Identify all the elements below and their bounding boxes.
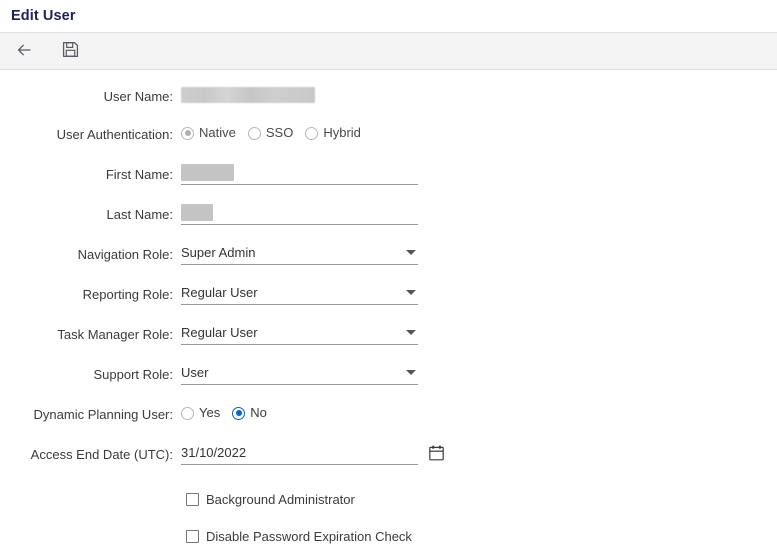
form-row-user-authentication: User Authentication: Native SSO Hybrid bbox=[0, 121, 777, 161]
radio-yes-indicator bbox=[181, 406, 194, 420]
first-name-input[interactable] bbox=[181, 161, 418, 185]
save-floppy-icon bbox=[62, 41, 79, 61]
radio-option-yes[interactable]: Yes bbox=[181, 405, 220, 421]
reporting-role-select[interactable]: Regular User bbox=[181, 281, 418, 305]
form-row-support-role: Support Role: User bbox=[0, 361, 777, 401]
form-row-dynamic-planning-user: Dynamic Planning User: Yes No bbox=[0, 401, 777, 441]
radio-no-indicator bbox=[232, 406, 246, 420]
form-row-disable-password-expiration-check: Disable Password Expiration Check bbox=[0, 518, 777, 555]
reporting-role-value: Regular User bbox=[181, 285, 258, 300]
navigation-role-value: Super Admin bbox=[181, 245, 256, 260]
radio-no-label: No bbox=[250, 405, 267, 420]
page-title: Edit User bbox=[11, 8, 76, 24]
user-name-label: User Name: bbox=[103, 89, 173, 104]
navigation-role-field[interactable]: Super Admin bbox=[181, 241, 418, 265]
edit-user-form: User Name: User Authentication: Native S… bbox=[0, 70, 777, 555]
checkbox-disable-password-expiration-check[interactable] bbox=[186, 530, 199, 543]
user-name-field[interactable] bbox=[181, 83, 418, 106]
last-name-input[interactable] bbox=[181, 201, 418, 225]
user-name-redaction bbox=[181, 87, 315, 103]
user-authentication-radio-group: Native SSO Hybrid bbox=[181, 121, 441, 141]
last-name-field[interactable] bbox=[181, 201, 418, 225]
radio-sso-indicator bbox=[247, 126, 261, 140]
first-name-label: First Name: bbox=[105, 167, 173, 182]
user-authentication-field: Native SSO Hybrid bbox=[181, 121, 441, 141]
access-end-date-label: Access End Date (UTC): bbox=[30, 447, 173, 462]
last-name-redaction bbox=[181, 204, 213, 221]
reporting-role-field[interactable]: Regular User bbox=[181, 281, 418, 305]
calendar-icon[interactable] bbox=[429, 445, 444, 461]
chevron-down-icon bbox=[406, 289, 416, 295]
form-row-first-name: First Name: bbox=[0, 161, 777, 201]
access-end-date-control: 31/10/2022 bbox=[181, 441, 444, 465]
toolbar bbox=[0, 32, 777, 70]
window-title-bar: Edit User bbox=[0, 0, 777, 32]
form-row-access-end-date: Access End Date (UTC): 31/10/2022 bbox=[0, 441, 777, 481]
task-manager-role-select[interactable]: Regular User bbox=[181, 321, 418, 345]
task-manager-role-label: Task Manager Role: bbox=[57, 327, 173, 342]
task-manager-role-value: Regular User bbox=[181, 325, 258, 340]
form-row-reporting-role: Reporting Role: Regular User bbox=[0, 281, 777, 321]
form-row-task-manager-role: Task Manager Role: Regular User bbox=[0, 321, 777, 361]
last-name-label: Last Name: bbox=[106, 207, 173, 222]
checkbox-background-administrator-label: Background Administrator bbox=[206, 492, 355, 507]
support-role-label: Support Role: bbox=[93, 367, 174, 382]
form-row-user-name: User Name: bbox=[0, 83, 777, 121]
back-button[interactable] bbox=[6, 33, 42, 69]
dynamic-planning-user-radio-group: Yes No bbox=[181, 401, 441, 421]
radio-option-hybrid[interactable]: Hybrid bbox=[305, 125, 361, 141]
reporting-role-label: Reporting Role: bbox=[82, 287, 173, 302]
user-authentication-label: User Authentication: bbox=[56, 127, 173, 142]
form-row-background-administrator: Background Administrator bbox=[0, 481, 777, 518]
access-end-date-input[interactable]: 31/10/2022 bbox=[181, 441, 418, 465]
chevron-down-icon bbox=[406, 249, 416, 255]
support-role-select[interactable]: User bbox=[181, 361, 418, 385]
form-row-navigation-role: Navigation Role: Super Admin bbox=[0, 241, 777, 281]
support-role-field[interactable]: User bbox=[181, 361, 418, 385]
radio-hybrid-indicator bbox=[305, 126, 319, 140]
checkbox-disable-password-expiration-check-label: Disable Password Expiration Check bbox=[206, 529, 412, 544]
navigation-role-label: Navigation Role: bbox=[77, 247, 173, 262]
radio-hybrid-label: Hybrid bbox=[323, 125, 361, 140]
access-end-date-value: 31/10/2022 bbox=[181, 445, 247, 460]
first-name-redaction bbox=[181, 164, 234, 181]
radio-option-no[interactable]: No bbox=[232, 405, 267, 421]
form-row-last-name: Last Name: bbox=[0, 201, 777, 241]
checkbox-background-administrator[interactable] bbox=[186, 493, 199, 506]
navigation-role-select[interactable]: Super Admin bbox=[181, 241, 418, 265]
access-end-date-field: 31/10/2022 bbox=[181, 441, 444, 465]
chevron-down-icon bbox=[406, 369, 416, 375]
dynamic-planning-user-label: Dynamic Planning User: bbox=[33, 407, 173, 422]
radio-option-native[interactable]: Native bbox=[181, 125, 236, 141]
support-role-value: User bbox=[181, 365, 209, 380]
back-arrow-icon bbox=[15, 41, 33, 62]
radio-native-label: Native bbox=[199, 125, 236, 140]
radio-native-indicator bbox=[181, 126, 194, 140]
dynamic-planning-user-field: Yes No bbox=[181, 401, 441, 421]
save-button[interactable] bbox=[52, 33, 88, 69]
first-name-field[interactable] bbox=[181, 161, 418, 185]
radio-option-sso[interactable]: SSO bbox=[247, 125, 294, 141]
radio-yes-label: Yes bbox=[199, 405, 221, 420]
task-manager-role-field[interactable]: Regular User bbox=[181, 321, 418, 345]
chevron-down-icon bbox=[406, 329, 416, 335]
radio-sso-label: SSO bbox=[265, 125, 294, 140]
